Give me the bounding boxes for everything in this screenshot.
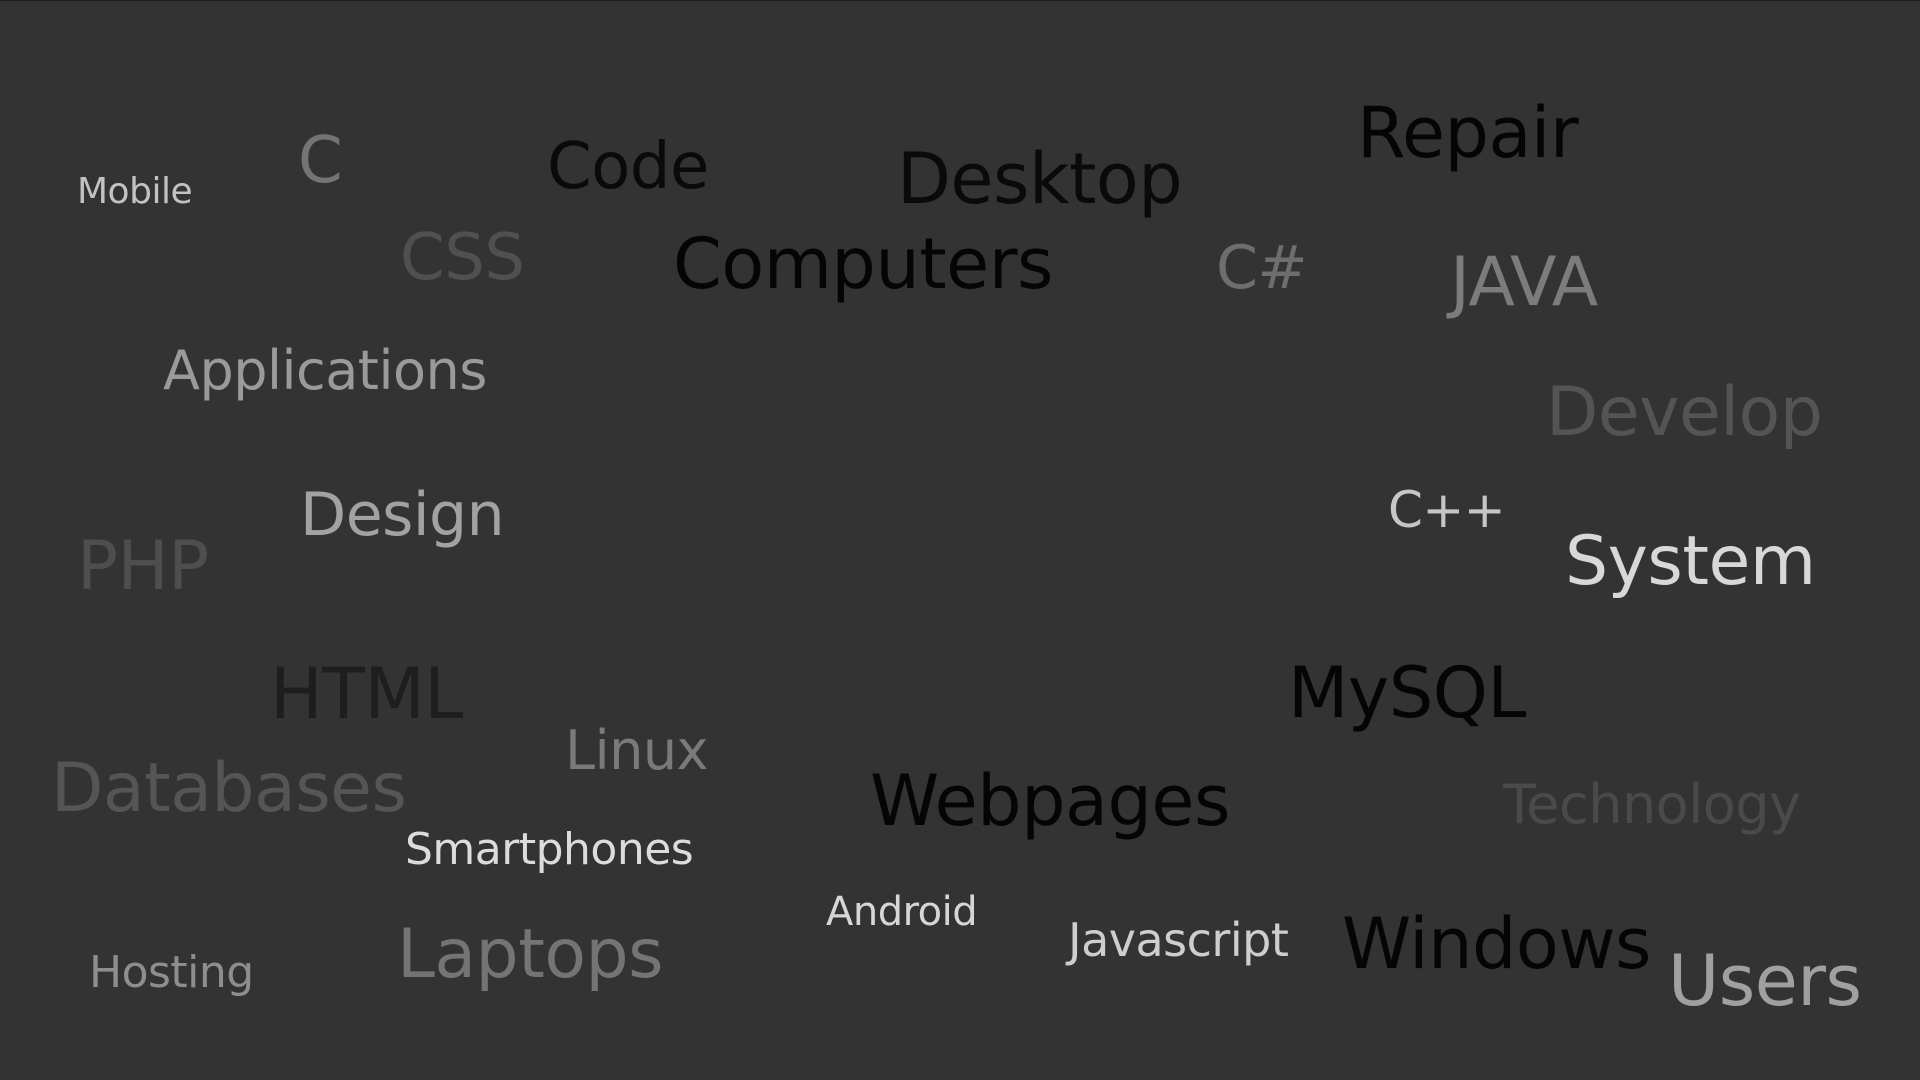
word-cloud: Mobile C Code Desktop Repair CSS Compute…: [0, 0, 1920, 1080]
word-laptops: Laptops: [397, 915, 664, 994]
word-desktop: Desktop: [897, 138, 1183, 220]
word-html: HTML: [270, 653, 463, 735]
word-repair: Repair: [1357, 92, 1579, 174]
word-design: Design: [300, 480, 505, 550]
word-system: System: [1565, 522, 1816, 601]
word-javascript: Javascript: [1068, 913, 1289, 967]
word-applications: Applications: [163, 339, 487, 402]
word-webpages: Webpages: [870, 760, 1230, 842]
word-users: Users: [1668, 940, 1862, 1022]
word-develop: Develop: [1546, 373, 1823, 452]
word-cpp: C++: [1388, 481, 1506, 539]
word-mysql: MySQL: [1288, 652, 1526, 734]
word-php: PHP: [77, 527, 209, 606]
word-java: JAVA: [1450, 243, 1598, 322]
word-code: Code: [547, 130, 709, 204]
word-computers: Computers: [673, 223, 1053, 305]
word-hosting: Hosting: [89, 947, 254, 998]
word-c: C: [298, 124, 343, 198]
word-css: CSS: [400, 221, 525, 295]
word-csharp: C#: [1216, 233, 1308, 303]
word-windows: Windows: [1342, 903, 1651, 985]
word-technology: Technology: [1503, 773, 1801, 836]
word-smartphones: Smartphones: [405, 824, 694, 875]
word-mobile: Mobile: [77, 171, 193, 212]
word-linux: Linux: [565, 719, 709, 782]
word-databases: Databases: [51, 749, 407, 828]
word-android: Android: [826, 889, 978, 935]
